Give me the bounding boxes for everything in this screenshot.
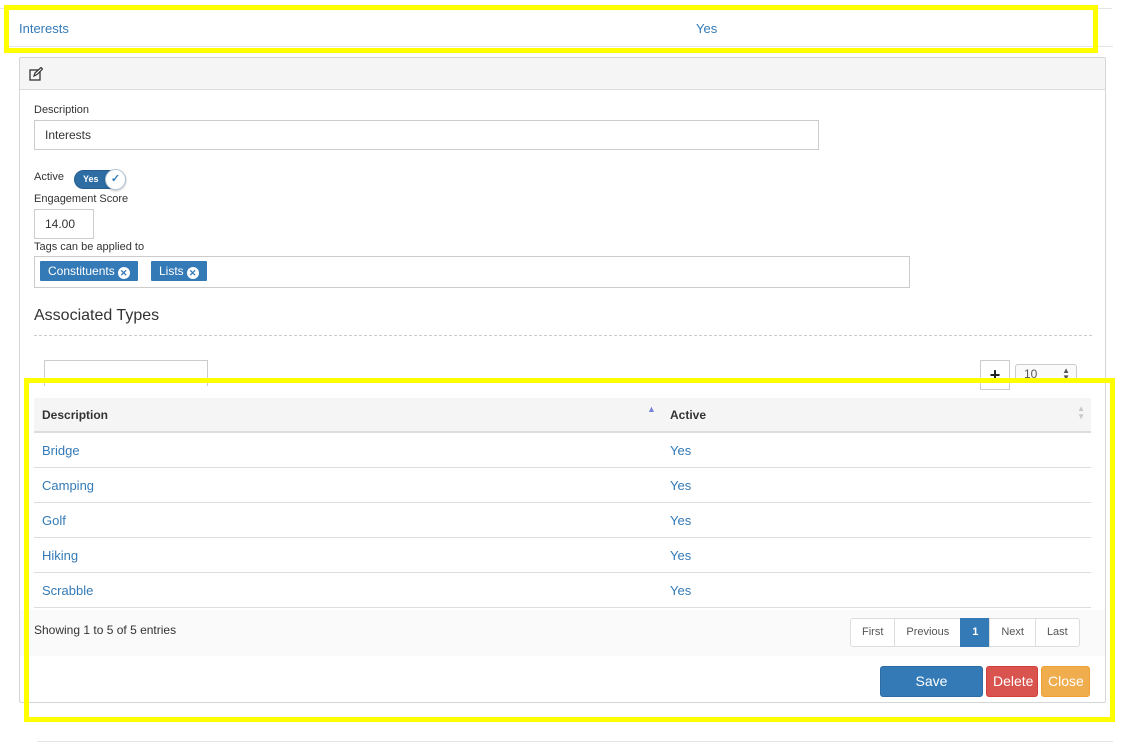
active-label: Active [34, 171, 64, 183]
description-input[interactable]: Interests [34, 120, 819, 150]
tag-constituents[interactable]: Constituents ✕ [40, 261, 138, 281]
engagement-score-input[interactable]: 14.00 [34, 209, 94, 239]
section-divider [34, 335, 1092, 336]
sort-asc-icon: ▲ [647, 404, 656, 414]
row-active[interactable]: Yes [670, 548, 691, 563]
col-description-header[interactable]: Description [42, 408, 108, 422]
row-description[interactable]: Scrabble [42, 583, 93, 598]
table-search-input[interactable] [44, 360, 208, 386]
row-description-link[interactable]: Interests [19, 21, 69, 36]
engagement-label: Engagement Score [34, 193, 129, 205]
toggle-text: Yes [83, 174, 99, 184]
pager-page-1[interactable]: 1 [960, 618, 991, 647]
col-active-header[interactable]: Active [670, 408, 706, 422]
pager-next[interactable]: Next [989, 618, 1036, 647]
table-row[interactable]: Bridge Yes [34, 433, 1091, 468]
tag-label: Constituents [48, 264, 115, 278]
delete-button[interactable]: Delete [986, 666, 1038, 697]
table-row[interactable]: Golf Yes [34, 503, 1091, 538]
page-length-value: 10 [1024, 367, 1038, 381]
pager-first[interactable]: First [850, 618, 896, 647]
row-active[interactable]: Yes [670, 583, 691, 598]
associated-types-heading: Associated Types [34, 307, 160, 324]
table-row[interactable]: Camping Yes [34, 468, 1091, 503]
pager-last[interactable]: Last [1034, 618, 1080, 647]
add-type-button[interactable]: + [980, 360, 1010, 390]
table-row[interactable]: Scrabble Yes [34, 573, 1091, 608]
page-length-select[interactable]: 10 ▲ ▼ [1015, 364, 1077, 383]
pager-previous[interactable]: Previous [894, 618, 962, 647]
edit-icon[interactable] [29, 67, 43, 81]
row-active[interactable]: Yes [670, 443, 691, 458]
edit-panel: Description Interests Active Yes ✓ Engag… [19, 57, 1106, 718]
sort-icon: ▲ ▼ [1077, 404, 1085, 421]
parent-table-row[interactable]: Interests Yes [9, 9, 1113, 47]
save-changes-button[interactable]: Save Changes [880, 666, 983, 718]
pagination: First Previous 1 Next Last [850, 618, 1080, 647]
row-description[interactable]: Camping [42, 478, 94, 493]
table-info: Showing 1 to 5 of 5 entries [34, 623, 177, 637]
row-active[interactable]: Yes [670, 478, 691, 493]
close-circle-icon[interactable]: ✕ [186, 267, 199, 279]
tags-input[interactable]: Constituents ✕ Lists ✕ [34, 256, 910, 288]
check-icon: ✓ [105, 169, 126, 190]
close-button[interactable]: Close [1041, 666, 1090, 697]
panel-header [20, 58, 1105, 90]
tag-lists[interactable]: Lists ✕ [151, 261, 207, 281]
chevron-updown-icon: ▲ ▼ [1062, 366, 1070, 382]
row-description[interactable]: Hiking [42, 548, 78, 563]
table-row[interactable]: Hiking Yes [34, 538, 1091, 573]
table-header: Description ▲ Active ▲ ▼ [34, 398, 1091, 433]
tags-label: Tags can be applied to [34, 241, 145, 253]
row-description[interactable]: Bridge [42, 443, 80, 458]
description-label: Description [34, 104, 90, 116]
close-circle-icon[interactable]: ✕ [117, 267, 130, 279]
row-active[interactable]: Yes [670, 513, 691, 528]
row-description[interactable]: Golf [42, 513, 66, 528]
row-active-value[interactable]: Yes [696, 21, 717, 36]
bottom-divider [37, 741, 1113, 742]
associated-types-table: Description ▲ Active ▲ ▼ Bridge Yes Campi… [34, 398, 1091, 608]
active-toggle[interactable]: Yes ✓ [74, 169, 126, 190]
tag-label: Lists [159, 264, 184, 278]
